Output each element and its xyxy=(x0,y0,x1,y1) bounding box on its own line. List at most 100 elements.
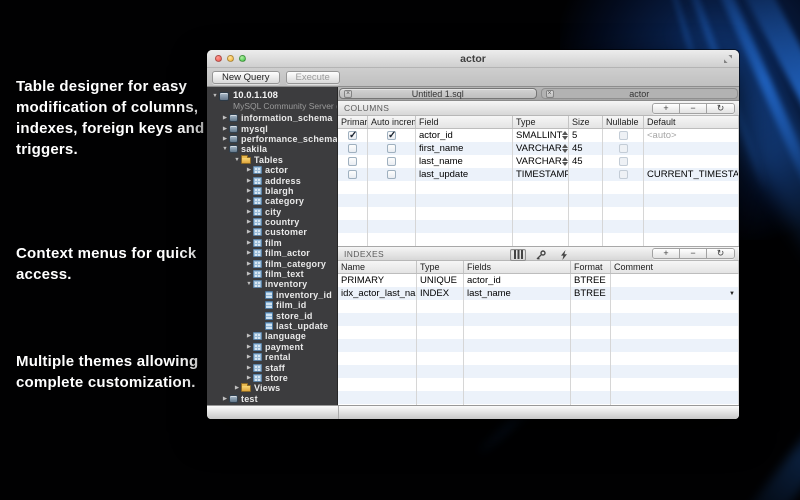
row-dropdown-icon[interactable]: ▼ xyxy=(729,288,735,300)
disclosure-triangle[interactable]: ▶ xyxy=(221,136,229,142)
column-header-field[interactable]: Field xyxy=(416,116,513,128)
primary-checkbox[interactable] xyxy=(348,157,357,166)
columns-row-actor_id[interactable]: actor_idSMALLINT5<auto> xyxy=(338,129,739,142)
auto-increment-checkbox[interactable] xyxy=(387,144,396,153)
column-header-size[interactable]: Size xyxy=(569,116,603,128)
column-header-comment[interactable]: Comment xyxy=(611,261,739,273)
default-cell[interactable]: CURRENT_TIMESTAMP xyxy=(644,168,739,181)
tree-item-category[interactable]: ▶category xyxy=(207,196,337,206)
column-header-type[interactable]: Type xyxy=(513,116,569,128)
tree-item-last_update[interactable]: last_update xyxy=(207,321,337,331)
size-cell[interactable] xyxy=(569,168,603,181)
tree-item-inventory[interactable]: ▼inventory xyxy=(207,279,337,289)
tree-item-sakila[interactable]: ▼sakila xyxy=(207,144,337,154)
index-format-cell[interactable]: BTREE xyxy=(571,287,611,300)
index-comment-cell[interactable] xyxy=(611,274,739,287)
default-cell[interactable] xyxy=(644,142,739,155)
disclosure-triangle[interactable]: ▶ xyxy=(245,261,253,267)
disclosure-triangle[interactable]: ▶ xyxy=(233,385,241,391)
field-cell[interactable]: actor_id xyxy=(416,129,513,142)
type-cell[interactable]: VARCHAR xyxy=(513,155,569,168)
refresh-columns-button[interactable]: ↻ xyxy=(707,104,734,113)
tree-item-store_id[interactable]: store_id xyxy=(207,310,337,320)
disclosure-triangle[interactable]: ▶ xyxy=(245,188,253,194)
tree-item-payment[interactable]: ▶payment xyxy=(207,342,337,352)
tree-item-mysql[interactable]: ▶mysql xyxy=(207,123,337,133)
type-stepper[interactable] xyxy=(562,131,568,140)
tree-item-inventory_id[interactable]: inventory_id xyxy=(207,290,337,300)
type-cell[interactable]: TIMESTAMP xyxy=(513,168,569,181)
tree-item-actor[interactable]: ▶actor xyxy=(207,165,337,175)
tree-item-store[interactable]: ▶store xyxy=(207,373,337,383)
tree-item-Tables[interactable]: ▼Tables xyxy=(207,155,337,165)
default-cell[interactable] xyxy=(644,155,739,168)
field-cell[interactable]: first_name xyxy=(416,142,513,155)
column-header-format[interactable]: Format xyxy=(571,261,611,273)
tree-item-Views[interactable]: ▶Views xyxy=(207,383,337,393)
column-header-nullable[interactable]: Nullable xyxy=(603,116,644,128)
tree-item-language[interactable]: ▶language xyxy=(207,331,337,341)
tree-item-blargh[interactable]: ▶blargh xyxy=(207,186,337,196)
title-bar[interactable]: actor xyxy=(207,50,739,68)
disclosure-triangle[interactable]: ▶ xyxy=(245,271,253,277)
columns-view-button[interactable] xyxy=(510,249,526,261)
tab-close-icon[interactable]: × xyxy=(546,90,554,98)
type-cell[interactable]: VARCHAR xyxy=(513,142,569,155)
nullable-checkbox[interactable] xyxy=(619,157,628,166)
auto-increment-checkbox[interactable] xyxy=(387,170,396,179)
disclosure-triangle[interactable]: ▶ xyxy=(245,333,253,339)
primary-checkbox[interactable] xyxy=(348,144,357,153)
disclosure-triangle[interactable]: ▶ xyxy=(245,344,253,350)
tree-item-performance_schema[interactable]: ▶performance_schema xyxy=(207,134,337,144)
tree-item-city[interactable]: ▶city xyxy=(207,207,337,217)
columns-row-last_name[interactable]: last_nameVARCHAR45 xyxy=(338,155,739,168)
disclosure-triangle[interactable]: ▶ xyxy=(245,240,253,246)
tree-item-staff[interactable]: ▶staff xyxy=(207,362,337,372)
tree-item-rental[interactable]: ▶rental xyxy=(207,352,337,362)
column-header-type[interactable]: Type xyxy=(417,261,464,273)
column-header-fields[interactable]: Fields xyxy=(464,261,571,273)
columns-row-first_name[interactable]: first_nameVARCHAR45 xyxy=(338,142,739,155)
disclosure-triangle[interactable]: ▼ xyxy=(221,146,229,152)
sidebar-server-row[interactable]: ▼ 10.0.1.108 MySQL Community Server (GPL… xyxy=(207,90,337,111)
auto-increment-checkbox[interactable] xyxy=(387,157,396,166)
auto-increment-checkbox[interactable] xyxy=(387,131,396,140)
tree-item-film_id[interactable]: film_id xyxy=(207,300,337,310)
columns-row-last_update[interactable]: last_updateTIMESTAMP CURRENT_TIMESTAMP xyxy=(338,168,739,181)
disclosure-triangle[interactable]: ▶ xyxy=(245,167,253,173)
tree-item-country[interactable]: ▶country xyxy=(207,217,337,227)
nullable-checkbox[interactable] xyxy=(619,144,628,153)
tab-untitled-sql[interactable]: × Untitled 1.sql xyxy=(339,88,537,99)
keys-view-button[interactable] xyxy=(533,249,549,261)
disclosure-triangle[interactable]: ▶ xyxy=(245,354,253,360)
tree-item-film_text[interactable]: ▶film_text xyxy=(207,269,337,279)
tab-actor[interactable]: × actor xyxy=(541,88,739,99)
index-fields-cell[interactable]: actor_id xyxy=(464,274,571,287)
column-header-auto-increment[interactable]: Auto increment xyxy=(368,116,416,128)
new-query-button[interactable]: New Query xyxy=(212,71,280,84)
index-fields-cell[interactable]: last_name xyxy=(464,287,571,300)
field-cell[interactable]: last_name xyxy=(416,155,513,168)
disclosure-triangle[interactable]: ▶ xyxy=(245,178,253,184)
remove-index-button[interactable]: − xyxy=(680,249,707,258)
index-format-cell[interactable]: BTREE xyxy=(571,274,611,287)
indexes-row-idx_actor_last_name[interactable]: idx_actor_last_nameINDEXlast_nameBTREE ▼ xyxy=(338,287,739,300)
disclosure-triangle[interactable]: ▶ xyxy=(221,396,229,402)
remove-column-button[interactable]: − xyxy=(680,104,707,113)
size-cell[interactable]: 45 xyxy=(569,142,603,155)
index-name-cell[interactable]: idx_actor_last_name xyxy=(338,287,417,300)
disclosure-triangle[interactable]: ▶ xyxy=(221,115,229,121)
type-stepper[interactable] xyxy=(562,157,568,166)
index-type-cell[interactable]: UNIQUE xyxy=(417,274,464,287)
disclosure-triangle[interactable]: ▶ xyxy=(245,219,253,225)
field-cell[interactable]: last_update xyxy=(416,168,513,181)
add-index-button[interactable]: + xyxy=(653,249,680,258)
index-type-cell[interactable]: INDEX xyxy=(417,287,464,300)
disclosure-triangle[interactable]: ▼ xyxy=(233,157,241,163)
index-name-cell[interactable]: PRIMARY xyxy=(338,274,417,287)
indexes-row-PRIMARY[interactable]: PRIMARYUNIQUEactor_idBTREE xyxy=(338,274,739,287)
add-column-button[interactable]: + xyxy=(653,104,680,113)
default-cell[interactable]: <auto> xyxy=(644,129,739,142)
disclosure-triangle[interactable]: ▶ xyxy=(245,365,253,371)
fullscreen-icon[interactable] xyxy=(723,54,733,64)
